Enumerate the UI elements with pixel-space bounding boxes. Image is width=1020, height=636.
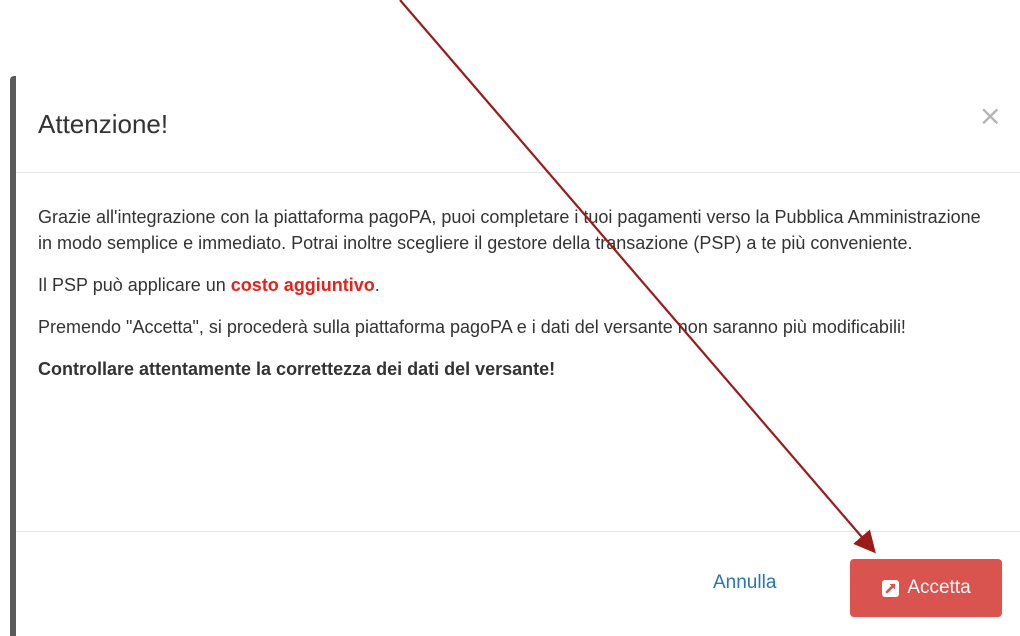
cancel-button[interactable]: Annulla	[713, 572, 776, 594]
body-paragraph-intro: Grazie all'integrazione con la piattafor…	[38, 207, 981, 253]
external-link-square-icon	[882, 580, 900, 597]
cost-text-prefix: Il PSP può applicare un	[38, 275, 231, 295]
body-paragraph-accept-info: Premendo "Accetta", si procederà sulla p…	[38, 317, 906, 337]
modal-dialog: Attenzione! × Grazie all'integrazione co…	[10, 76, 1020, 636]
body-paragraph-warning: Controllare attentamente la correttezza …	[38, 359, 556, 379]
modal-body: Grazie all'integrazione con la piattafor…	[38, 204, 998, 396]
accept-button-label: Accetta	[907, 577, 971, 598]
accept-button[interactable]: Accetta	[850, 559, 1002, 617]
cost-highlight: costo aggiuntivo	[230, 275, 375, 295]
close-icon[interactable]: ×	[979, 102, 1002, 130]
body-paragraph-cost: Il PSP può applicare un costo aggiuntivo…	[38, 272, 998, 298]
modal-header: Attenzione! ×	[16, 76, 1020, 173]
modal-title: Attenzione!	[38, 109, 169, 139]
modal-footer: Annulla Accetta	[16, 531, 1020, 636]
cost-text-suffix: .	[374, 275, 380, 295]
page: Attenzione! × Grazie all'integrazione co…	[0, 0, 1020, 636]
